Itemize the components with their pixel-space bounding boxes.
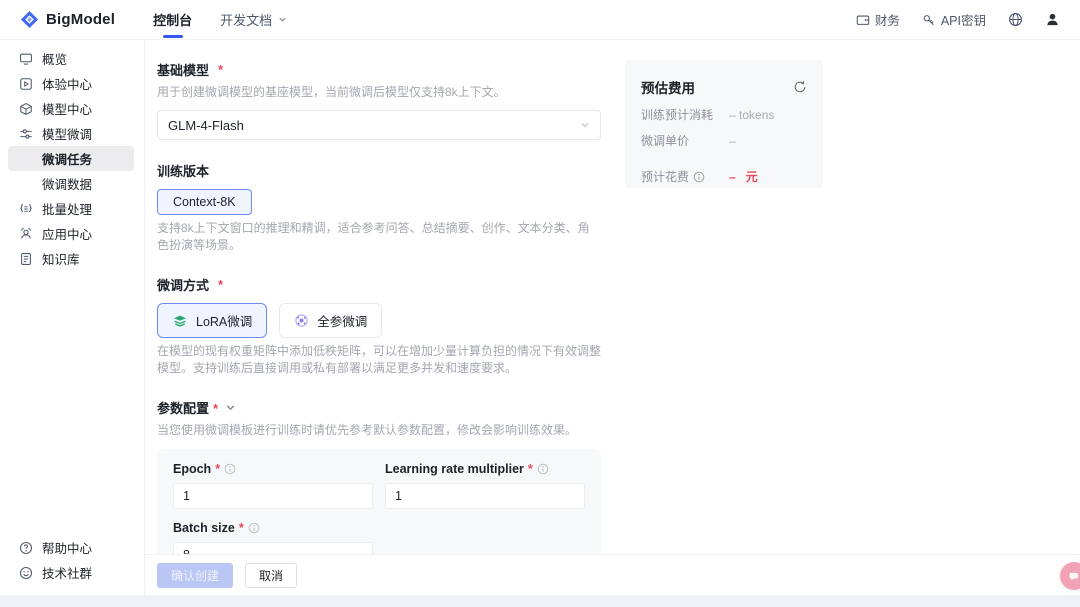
params-panel: Epoch Learning rate multiplier	[157, 449, 601, 554]
info-icon[interactable]	[224, 463, 236, 475]
document-icon	[18, 251, 33, 266]
tune-method-label: 微调方式	[157, 275, 601, 294]
smile-icon	[18, 565, 33, 580]
main-nav: 控制台 开发文档	[153, 0, 287, 40]
support-widget[interactable]	[1060, 562, 1080, 590]
globe-icon	[1008, 12, 1023, 27]
user-avatar-button[interactable]	[1045, 12, 1060, 27]
cost-panel-title: 预估费用	[641, 81, 695, 96]
main-content: 基础模型 用于创建微调模型的基座模型，当前微调后模型仅支持8k上下文。 GLM-…	[145, 40, 1080, 595]
cancel-button[interactable]: 取消	[245, 562, 298, 588]
train-version-desc: 支持8k上下文窗口的推理和精调，适合参考问答、总结摘要、创作、文本分类、角色扮演…	[157, 221, 590, 252]
chevron-down-icon	[580, 120, 590, 130]
sliders-icon	[18, 126, 33, 141]
full-param-sphere-icon	[294, 313, 309, 328]
estimated-cost-unit: 元	[745, 170, 758, 184]
batch-size-input[interactable]	[173, 542, 373, 554]
sidebar-item-tech-community[interactable]: 技术社群	[0, 560, 136, 585]
cost-row-unit-price: 微调单价 –	[641, 133, 736, 149]
sidebar: 概览 体验中心 模型中心 模型微调 微调任务 微调数据 批量处理 应用中心 知识…	[0, 40, 145, 595]
collapse-chevron-icon	[225, 402, 236, 413]
epoch-field: Epoch	[173, 462, 373, 509]
base-model-desc: 用于创建微调模型的基座模型，当前微调后模型仅支持8k上下文。	[157, 85, 506, 99]
params-label: 参数配置	[157, 398, 218, 417]
section-tune-method: 微调方式 LoRA微调 全参微调	[157, 275, 601, 377]
sidebar-item-finetune-tasks[interactable]: 微调任务	[8, 146, 134, 171]
cost-row-tokens: 训练预计消耗 – tokens	[641, 107, 775, 123]
support-chat-icon	[1068, 570, 1080, 583]
sidebar-item-batch-processing[interactable]: 批量处理	[0, 196, 136, 221]
api-keys-link[interactable]: API密钥	[922, 10, 986, 29]
sidebar-item-finetune-data[interactable]: 微调数据	[0, 171, 136, 196]
sidebar-item-app-center[interactable]: 应用中心	[0, 221, 136, 246]
brand-name: BigModel	[46, 11, 116, 28]
context-8k-option[interactable]: Context-8K	[157, 189, 252, 215]
form-footer: 确认创建 取消	[145, 554, 1080, 595]
full-param-method-card[interactable]: 全参微调	[279, 303, 383, 338]
sidebar-item-overview[interactable]: 概览	[0, 46, 136, 71]
tune-method-desc: 在模型的现有权重矩阵中添加低秩矩阵，可以在增加少量计算负担的情况下有效调整模型。…	[157, 344, 602, 375]
user-icon	[1045, 12, 1060, 27]
sidebar-item-knowledge-base[interactable]: 知识库	[0, 246, 136, 271]
app-center-icon	[18, 226, 33, 241]
batch-size-field: Batch size	[173, 521, 373, 554]
help-icon	[18, 540, 33, 555]
nav-console[interactable]: 控制台	[153, 0, 192, 40]
base-model-value: GLM-4-Flash	[168, 117, 244, 133]
estimated-cost-value: –	[729, 169, 736, 184]
info-icon[interactable]	[537, 463, 549, 475]
epoch-label: Epoch	[173, 462, 220, 476]
sidebar-item-model-center[interactable]: 模型中心	[0, 96, 136, 121]
info-icon[interactable]	[248, 522, 260, 534]
key-icon	[922, 13, 936, 27]
train-version-label: 训练版本	[157, 164, 210, 179]
cube-icon	[18, 101, 33, 116]
sidebar-item-model-finetune[interactable]: 模型微调	[0, 121, 136, 146]
bigmodel-logo-icon	[20, 10, 39, 29]
finance-link[interactable]: 财务	[856, 10, 900, 29]
epoch-input[interactable]	[173, 483, 373, 509]
cost-estimate-panel: 预估费用 训练预计消耗 – tokens 微调单价 – 预计花费 – 元	[625, 60, 823, 188]
experience-icon	[18, 76, 33, 91]
learning-rate-label: Learning rate multiplier	[385, 462, 533, 476]
base-model-label: 基础模型	[157, 60, 601, 79]
lora-method-card[interactable]: LoRA微调	[157, 303, 268, 338]
language-globe-button[interactable]	[1008, 12, 1023, 27]
batch-icon	[18, 201, 33, 216]
sidebar-item-experience-center[interactable]: 体验中心	[0, 71, 136, 96]
base-model-select[interactable]: GLM-4-Flash	[157, 110, 601, 140]
finetune-form: 基础模型 用于创建微调模型的基座模型，当前微调后模型仅支持8k上下文。 GLM-…	[157, 60, 601, 554]
lora-layers-icon	[172, 313, 188, 329]
confirm-create-button[interactable]: 确认创建	[157, 562, 234, 588]
params-desc: 当您使用微调模板进行训练时请优先参考默认参数配置，修改会影响训练效果。	[157, 423, 578, 437]
batch-size-label: Batch size	[173, 521, 244, 535]
params-header[interactable]: 参数配置	[157, 398, 601, 417]
cost-row-total: 预计花费 – 元	[641, 169, 758, 185]
chevron-down-icon	[278, 15, 287, 24]
learning-rate-field: Learning rate multiplier	[385, 462, 585, 509]
nav-docs[interactable]: 开发文档	[220, 0, 287, 40]
top-navbar: BigModel 控制台 开发文档 财务 API密钥	[0, 0, 1080, 40]
section-train-version: 训练版本 Context-8K 支持8k上下文窗口的推理和精调，适合参考问答、总…	[157, 161, 601, 254]
info-icon[interactable]	[693, 171, 705, 183]
wallet-icon	[856, 13, 870, 27]
section-base-model: 基础模型 用于创建微调模型的基座模型，当前微调后模型仅支持8k上下文。 GLM-…	[157, 60, 601, 140]
sidebar-item-help-center[interactable]: 帮助中心	[0, 535, 136, 560]
brand-logo[interactable]: BigModel	[20, 10, 115, 29]
refresh-icon[interactable]	[793, 80, 807, 94]
learning-rate-input[interactable]	[385, 483, 585, 509]
overview-icon	[18, 51, 33, 66]
section-params: 参数配置 当您使用微调模板进行训练时请优先参考默认参数配置，修改会影响训练效果。…	[157, 398, 601, 554]
